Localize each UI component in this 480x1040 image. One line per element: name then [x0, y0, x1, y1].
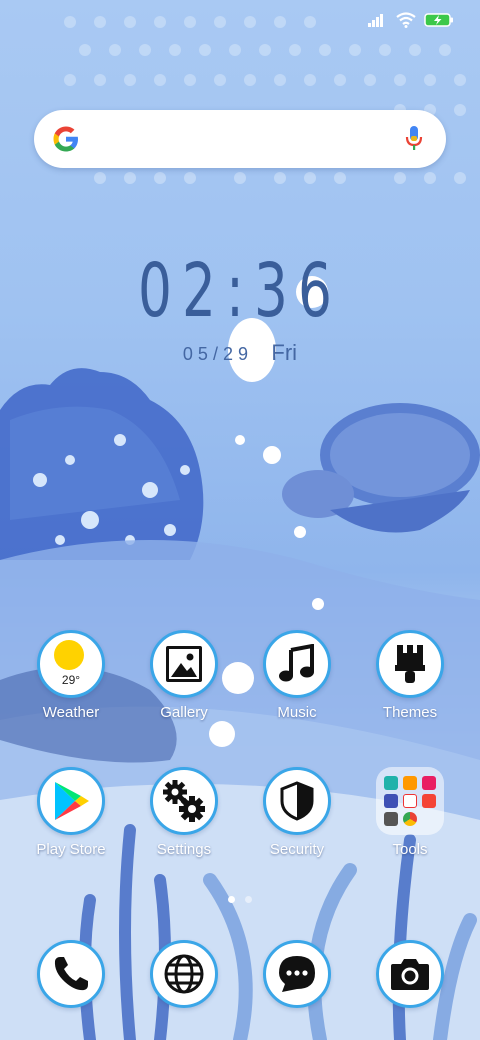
- page-indicator: [0, 896, 480, 903]
- app-label: Play Store: [36, 841, 106, 858]
- settings-icon-button: [150, 767, 218, 835]
- status-bar: [368, 10, 454, 34]
- globe-icon: [164, 954, 204, 994]
- weather-temperature: 29°: [61, 673, 81, 687]
- gallery-icon-button: [150, 630, 218, 698]
- app-label: Settings: [156, 841, 212, 858]
- clock-date: 05/29: [182, 344, 253, 364]
- dock-camera[interactable]: [360, 940, 460, 1008]
- gallery-icon: [166, 646, 202, 682]
- app-weather[interactable]: 29° Weather: [21, 630, 121, 721]
- weather-icon-button: 29°: [37, 630, 105, 698]
- app-label: Gallery: [160, 704, 208, 721]
- folder-icon: [376, 767, 444, 835]
- chat-bubble-icon: [279, 956, 315, 992]
- app-tools-folder[interactable]: Tools: [360, 767, 460, 858]
- mini-app-icon: [403, 776, 417, 790]
- mini-app-icon: [403, 794, 417, 808]
- camera-icon: [391, 959, 429, 990]
- battery-charging-icon: [424, 12, 454, 33]
- clock-time[interactable]: 02:36: [67, 248, 413, 334]
- app-label: Music: [277, 704, 317, 721]
- google-g-icon: [50, 123, 82, 160]
- play-store-icon: [55, 782, 89, 820]
- camera-icon-button: [376, 940, 444, 1008]
- dock-browser[interactable]: [134, 940, 234, 1008]
- dock-messages[interactable]: [247, 940, 347, 1008]
- app-label: Themes: [382, 704, 438, 721]
- phone-icon-button: [37, 940, 105, 1008]
- app-music[interactable]: Music: [247, 630, 347, 721]
- mini-app-icon: [384, 794, 398, 808]
- dock-phone[interactable]: [21, 940, 121, 1008]
- messages-icon-button: [263, 940, 331, 1008]
- app-label: Tools: [392, 841, 428, 858]
- signal-icon: [368, 13, 388, 32]
- themes-icon-button: [376, 630, 444, 698]
- clock-weekday: Fri: [271, 340, 298, 365]
- app-settings[interactable]: Settings: [134, 767, 234, 858]
- browser-icon-button: [150, 940, 218, 1008]
- mini-app-icon: [384, 776, 398, 790]
- gears-icon: [163, 780, 205, 822]
- paintbrush-icon: [395, 645, 425, 683]
- mini-app-icon: [422, 794, 436, 808]
- music-note-icon: [279, 644, 314, 682]
- mini-app-icon: [403, 812, 417, 826]
- app-play-store[interactable]: Play Store: [21, 767, 121, 858]
- page-dot: [245, 896, 252, 903]
- mini-app-icon: [384, 812, 398, 826]
- wifi-icon: [396, 11, 416, 33]
- security-icon-button: [263, 767, 331, 835]
- shield-icon: [280, 781, 314, 821]
- music-icon-button: [263, 630, 331, 698]
- google-search-bar[interactable]: [34, 110, 446, 168]
- play-store-icon-button: [37, 767, 105, 835]
- app-security[interactable]: Security: [247, 767, 347, 858]
- page-dot-active: [228, 896, 235, 903]
- app-themes[interactable]: Themes: [360, 630, 460, 721]
- app-label: Weather: [42, 704, 100, 721]
- app-label: Security: [269, 841, 325, 858]
- clock-date-row[interactable]: 05/29 Fri: [0, 340, 480, 366]
- mic-icon[interactable]: [404, 124, 424, 157]
- app-gallery[interactable]: Gallery: [134, 630, 234, 721]
- mini-app-icon: [422, 776, 436, 790]
- phone-icon: [54, 957, 88, 991]
